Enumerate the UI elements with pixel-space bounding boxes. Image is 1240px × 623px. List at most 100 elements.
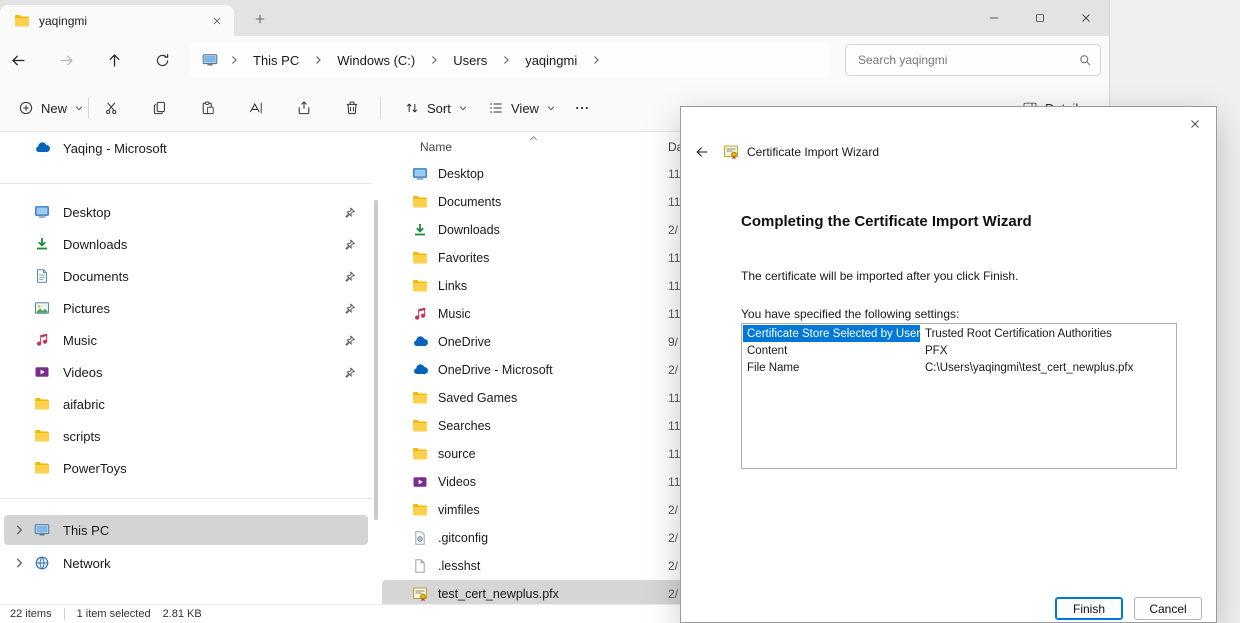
search-icon[interactable] [1078, 53, 1092, 67]
breadcrumb-item-yaqingmi[interactable]: yaqingmi [522, 51, 580, 70]
music-icon [34, 332, 50, 348]
cut-button[interactable] [92, 92, 132, 124]
sidebar-item-pictures[interactable]: Pictures [4, 292, 368, 324]
paste-button[interactable] [188, 92, 228, 124]
chevron-right-icon[interactable] [228, 54, 240, 66]
sidebar-item-scripts[interactable]: scripts [4, 420, 368, 452]
maximize-button[interactable] [1017, 0, 1063, 36]
scissors-icon [104, 100, 120, 116]
breadcrumb-item-this-pc[interactable]: This PC [250, 51, 302, 70]
dialog-back-button[interactable] [689, 139, 715, 165]
file-date-modified: 11 [668, 251, 680, 265]
rename-button[interactable] [236, 92, 276, 124]
tab-yaqingmi[interactable]: yaqingmi [0, 5, 234, 36]
window-controls [971, 0, 1109, 36]
finish-button[interactable]: Finish [1055, 597, 1123, 620]
folder-icon [412, 418, 428, 434]
sidebar-item-label: Videos [63, 365, 103, 380]
sidebar-item-music[interactable]: Music [4, 324, 368, 356]
sort-arrows-icon [404, 100, 420, 116]
close-icon [1079, 11, 1093, 25]
sidebar-item-label: Music [63, 333, 97, 348]
refresh-button[interactable] [146, 45, 178, 75]
breadcrumb-item-windows-c[interactable]: Windows (C:) [334, 51, 418, 70]
settings-row-certificate-store-selected-by-user[interactable]: Certificate Store Selected by UserTruste… [743, 325, 1175, 342]
chevron-right-icon[interactable] [428, 54, 440, 66]
sidebar-item-desktop[interactable]: Desktop [4, 196, 368, 228]
settings-row-content[interactable]: ContentPFX [743, 342, 1175, 359]
minimize-button[interactable] [971, 0, 1017, 36]
file-name: .gitconfig [438, 531, 488, 545]
breadcrumb-item-users[interactable]: Users [450, 51, 490, 70]
sidebar-item-aifabric[interactable]: aifabric [4, 388, 368, 420]
tab-close-button[interactable] [206, 10, 228, 32]
sidebar-item-this-pc[interactable]: This PC [4, 515, 368, 545]
chevron-right-icon[interactable] [500, 54, 512, 66]
view-button[interactable]: View [478, 92, 566, 124]
file-name: OneDrive [438, 335, 491, 349]
pictures-icon [34, 300, 50, 316]
new-button-label: New [41, 101, 67, 116]
chevron-right-icon[interactable] [590, 54, 602, 66]
file-name: Saved Games [438, 391, 517, 405]
sidebar-item-label: aifabric [63, 397, 105, 412]
sidebar-item-videos[interactable]: Videos [4, 356, 368, 388]
chevron-down-icon [74, 103, 84, 113]
close-button[interactable] [1063, 0, 1109, 36]
sidebar-separator [0, 498, 372, 499]
file-name: Favorites [438, 251, 489, 265]
see-more-button[interactable] [564, 92, 600, 124]
chevron-right-icon[interactable] [312, 54, 324, 66]
column-header-name[interactable]: Name [420, 140, 452, 154]
breadcrumb: This PC Windows (C:) Users yaqingmi [190, 43, 830, 77]
cloud-icon [412, 362, 428, 378]
dialog-close-button[interactable] [1178, 110, 1212, 138]
settings-value: PFX [920, 345, 947, 357]
cancel-button[interactable]: Cancel [1134, 597, 1202, 620]
delete-button[interactable] [332, 92, 372, 124]
folder-icon [34, 460, 50, 476]
desktop-icon [412, 166, 428, 182]
file-name: Documents [438, 195, 501, 209]
folder-icon [412, 390, 428, 406]
tab-bar: yaqingmi [0, 0, 1109, 36]
copy-icon [152, 100, 168, 116]
chevron-down-icon [546, 103, 556, 113]
sort-button[interactable]: Sort [394, 92, 478, 124]
sidebar-item-network[interactable]: Network [4, 548, 368, 578]
settings-row-file-name[interactable]: File NameC:\Users\yaqingmi\test_cert_new… [743, 359, 1175, 376]
minimize-icon [987, 11, 1001, 25]
this-pc-icon [202, 52, 218, 68]
gear-icon [412, 530, 428, 546]
up-button[interactable] [98, 45, 130, 75]
folder-icon [412, 502, 428, 518]
sidebar-item-powertoys[interactable]: PowerToys [4, 452, 368, 484]
file-name: Searches [438, 419, 491, 433]
sidebar-scrollbar[interactable] [374, 200, 378, 520]
new-button[interactable]: New [8, 92, 94, 124]
sidebar-item-documents[interactable]: Documents [4, 260, 368, 292]
settings-list[interactable]: Certificate Store Selected by UserTruste… [741, 323, 1177, 469]
file-date-modified: 11 [668, 279, 680, 293]
share-button[interactable] [284, 92, 324, 124]
sidebar-item-yaqing-microsoft[interactable]: Yaqing - Microsoft [4, 133, 368, 163]
forward-button[interactable] [50, 45, 82, 75]
back-button[interactable] [2, 45, 34, 75]
search-input[interactable] [858, 53, 1072, 67]
file-name: OneDrive - Microsoft [438, 363, 553, 377]
new-tab-button[interactable] [248, 7, 272, 31]
desktop-icon [34, 204, 50, 220]
file-date-modified: 11 [668, 419, 680, 433]
navigation-bar: This PC Windows (C:) Users yaqingmi [0, 36, 1109, 84]
status-separator [64, 608, 65, 620]
folder-icon [412, 250, 428, 266]
file-date-modified: 2/ [668, 587, 678, 601]
file-name: source [438, 447, 476, 461]
file-name: vimfiles [438, 503, 480, 517]
sidebar-item-downloads[interactable]: Downloads [4, 228, 368, 260]
copy-button[interactable] [140, 92, 180, 124]
settings-key: Certificate Store Selected by User [743, 325, 920, 342]
chevron-right-icon[interactable] [12, 556, 26, 570]
chevron-right-icon[interactable] [12, 523, 26, 537]
settings-label: You have specified the following setting… [741, 307, 959, 321]
